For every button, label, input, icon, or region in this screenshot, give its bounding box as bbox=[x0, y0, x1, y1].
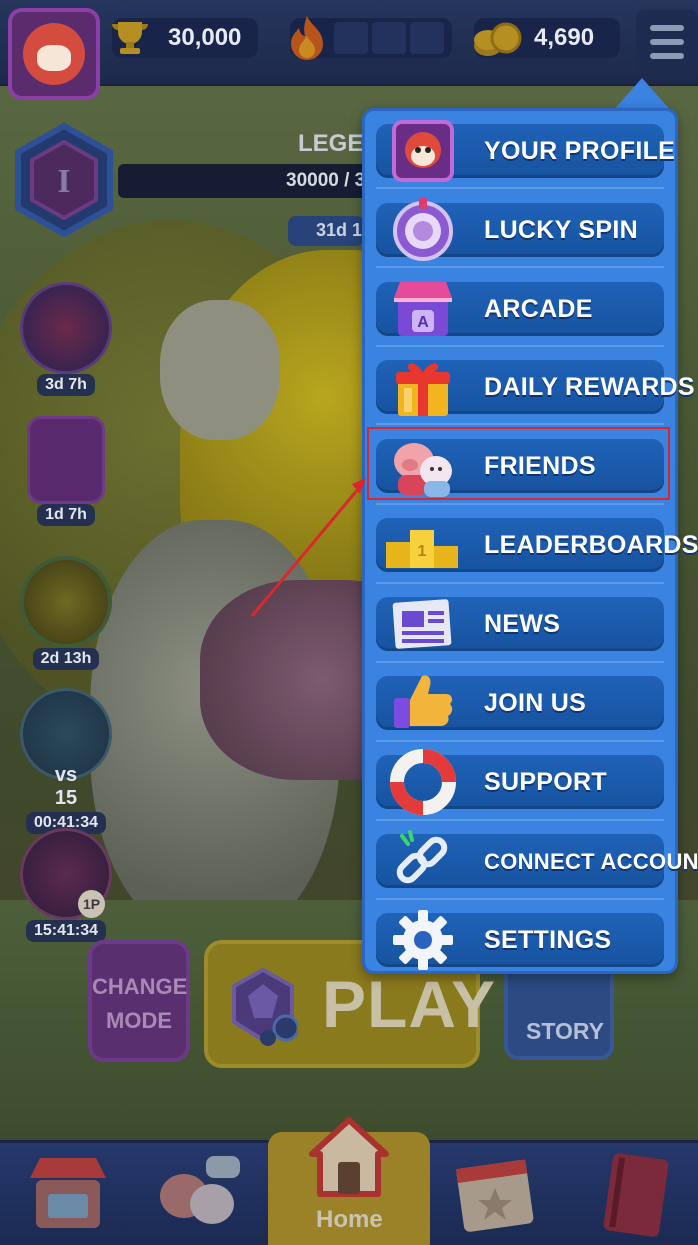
rank-tier-letter: I bbox=[57, 163, 70, 200]
menu-divider bbox=[376, 819, 664, 821]
link-icon bbox=[396, 830, 448, 884]
rank-progress-text: 30000 / 3 bbox=[286, 170, 366, 191]
menu-item-label: LEADERBOARDS bbox=[484, 531, 698, 559]
menu-item-lucky-spin[interactable]: LUCKY SPIN bbox=[376, 197, 664, 261]
friends-highlight-box bbox=[367, 427, 670, 500]
thumbs-up-icon bbox=[394, 675, 453, 728]
menu-item-label: NEWS bbox=[484, 610, 561, 638]
hamburger-line bbox=[650, 25, 684, 31]
gear-icon bbox=[393, 910, 453, 970]
menu-item-join-us[interactable]: JOIN US bbox=[376, 675, 664, 730]
shop-nav-icon[interactable] bbox=[22, 1150, 114, 1238]
book-nav-icon[interactable] bbox=[594, 1150, 686, 1238]
trophy-count-value: 30,000 bbox=[168, 24, 242, 51]
menu-divider bbox=[376, 661, 664, 663]
podium-icon: 1 bbox=[386, 530, 458, 568]
menu-divider bbox=[376, 740, 664, 742]
change-mode-label-line2: MODE bbox=[106, 1008, 172, 1033]
menu-item-news[interactable]: NEWS bbox=[376, 597, 664, 651]
story-label: STORY bbox=[526, 1018, 604, 1044]
menu-item-arcade[interactable]: A ARCADE bbox=[376, 282, 664, 336]
coins-icon bbox=[474, 22, 522, 56]
trophy-icon bbox=[112, 22, 148, 54]
event-timer: 1d 7h bbox=[37, 504, 95, 526]
rank-badge-icon[interactable]: I bbox=[12, 122, 116, 238]
menu-divider bbox=[376, 187, 664, 189]
arcade-console-event-icon bbox=[27, 416, 105, 504]
menu-item-label: ARCADE bbox=[484, 295, 593, 323]
menu-item-your-profile[interactable]: YOUR PROFILE bbox=[376, 120, 675, 182]
event-dna[interactable]: 1P 15:41:34 bbox=[18, 828, 114, 942]
newspaper-icon bbox=[392, 599, 452, 649]
hamburger-line bbox=[650, 53, 684, 59]
menu-item-label: SUPPORT bbox=[484, 768, 607, 796]
hamburger-line bbox=[650, 39, 684, 45]
menu-item-label: DAILY REWARDS bbox=[484, 373, 695, 401]
svg-text:A: A bbox=[417, 314, 429, 331]
hamburger-menu-button[interactable] bbox=[636, 10, 698, 74]
compass-event-icon bbox=[20, 556, 112, 648]
menu-item-settings[interactable]: SETTINGS bbox=[376, 910, 664, 970]
menu-item-label: JOIN US bbox=[484, 689, 587, 717]
menu-item-daily-rewards[interactable]: DAILY REWARDS bbox=[376, 360, 695, 416]
rocket-event-icon bbox=[20, 282, 112, 374]
one-player-badge: 1P bbox=[78, 890, 106, 918]
event-timer: 2d 13h bbox=[32, 648, 100, 670]
events-calendar-nav-icon[interactable] bbox=[450, 1150, 542, 1238]
coin-balance-value: 4,690 bbox=[534, 24, 595, 51]
story-button[interactable] bbox=[504, 960, 614, 1060]
change-mode-button[interactable]: CHANGE MODE bbox=[88, 940, 190, 1062]
menu-divider bbox=[376, 503, 664, 505]
menu-item-label: SETTINGS bbox=[484, 926, 612, 954]
menu-caret bbox=[612, 78, 672, 112]
menu-divider bbox=[376, 423, 664, 425]
profile-avatar-icon bbox=[392, 120, 454, 182]
gift-box-icon bbox=[396, 363, 450, 416]
menu-item-leaderboards[interactable]: 1 LEADERBOARDS bbox=[376, 518, 698, 572]
menu-divider bbox=[376, 345, 664, 347]
lifebuoy-icon bbox=[390, 749, 456, 815]
menu-divider bbox=[376, 582, 664, 584]
lucky-spin-wheel-icon bbox=[393, 197, 453, 261]
svg-text:1: 1 bbox=[418, 543, 427, 560]
menu-divider bbox=[376, 898, 664, 900]
home-icon bbox=[309, 1117, 389, 1197]
menu-item-label: LUCKY SPIN bbox=[484, 216, 638, 244]
home-nav-label: Home bbox=[316, 1206, 383, 1233]
event-vs-label: vs 15 bbox=[54, 764, 78, 809]
friends-nav-icon[interactable] bbox=[152, 1150, 244, 1238]
menu-divider bbox=[376, 266, 664, 268]
event-timer: 3d 7h bbox=[37, 374, 95, 396]
event-rocket[interactable]: 3d 7h bbox=[18, 282, 114, 396]
rank-season-timer: 31d 1 bbox=[288, 216, 364, 246]
arcade-shop-icon: A bbox=[394, 282, 452, 336]
menu-item-support[interactable]: SUPPORT bbox=[376, 749, 664, 815]
event-compass[interactable]: 2d 13h bbox=[18, 556, 114, 670]
menu-item-connect-account[interactable]: CONNECT ACCOUNT bbox=[376, 830, 698, 888]
avatar-face-icon bbox=[23, 23, 85, 85]
event-timer: 15:41:34 bbox=[25, 920, 107, 942]
game-mode-gem-icon bbox=[232, 967, 298, 1046]
fire-icon bbox=[291, 16, 323, 60]
play-label: PLAY bbox=[322, 967, 496, 1041]
menu-item-label: YOUR PROFILE bbox=[484, 137, 676, 165]
player-avatar[interactable] bbox=[8, 8, 100, 100]
menu-item-label: CONNECT ACCOUNT bbox=[484, 849, 698, 874]
event-toilet[interactable]: vs 15 00:41:34 bbox=[18, 688, 114, 834]
change-mode-label-line1: CHANGE bbox=[92, 974, 188, 999]
event-arcade-console[interactable]: 1d 7h bbox=[18, 416, 114, 526]
